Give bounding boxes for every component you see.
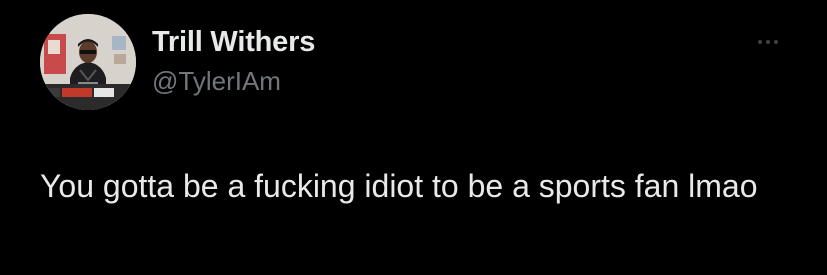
more-horizontal-icon [758, 40, 762, 44]
author-avatar[interactable] [40, 14, 136, 110]
author-display-name[interactable]: Trill Withers [152, 26, 315, 59]
tweet-body-text: You gotta be a fucking idiot to be a spo… [40, 168, 758, 204]
tweet-card: Trill Withers @TylerIAm You gotta be a f… [0, 0, 827, 275]
more-horizontal-icon [766, 40, 770, 44]
more-horizontal-icon [774, 40, 778, 44]
avatar-photo-icon [40, 14, 136, 110]
author-handle[interactable]: @TylerIAm [152, 66, 281, 97]
more-options-button[interactable] [748, 30, 788, 54]
